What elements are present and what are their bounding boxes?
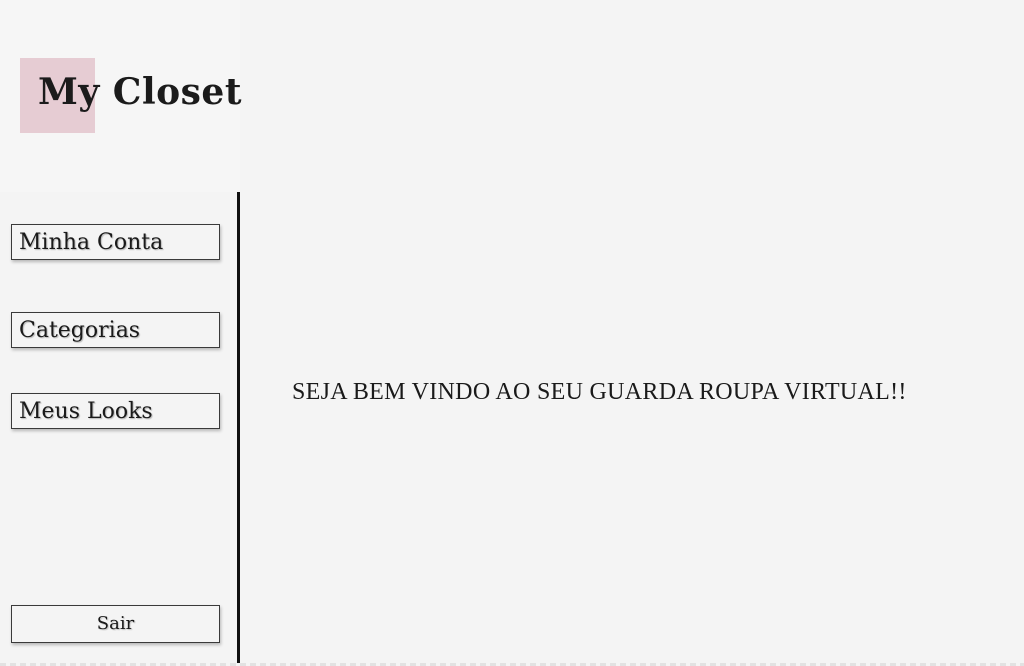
sidebar-item-categorias[interactable]: Categorias: [11, 312, 220, 348]
welcome-message: SEJA BEM VINDO AO SEU GUARDA ROUPA VIRTU…: [292, 379, 907, 405]
main-content: SEJA BEM VINDO AO SEU GUARDA ROUPA VIRTU…: [240, 0, 1024, 666]
sidebar-item-minha-conta[interactable]: Minha Conta: [11, 224, 220, 260]
sidebar-item-meus-looks[interactable]: Meus Looks: [11, 393, 220, 429]
sidebar-item-label: Meus Looks: [19, 399, 153, 424]
sidebar: [0, 192, 238, 666]
logout-button[interactable]: Sair: [11, 605, 220, 643]
logo-area: My Closet: [0, 0, 242, 192]
app-logo: My Closet: [38, 71, 242, 113]
sidebar-item-label: Minha Conta: [19, 230, 164, 255]
logout-button-label: Sair: [96, 613, 135, 634]
sidebar-item-label: Categorias: [19, 318, 141, 343]
